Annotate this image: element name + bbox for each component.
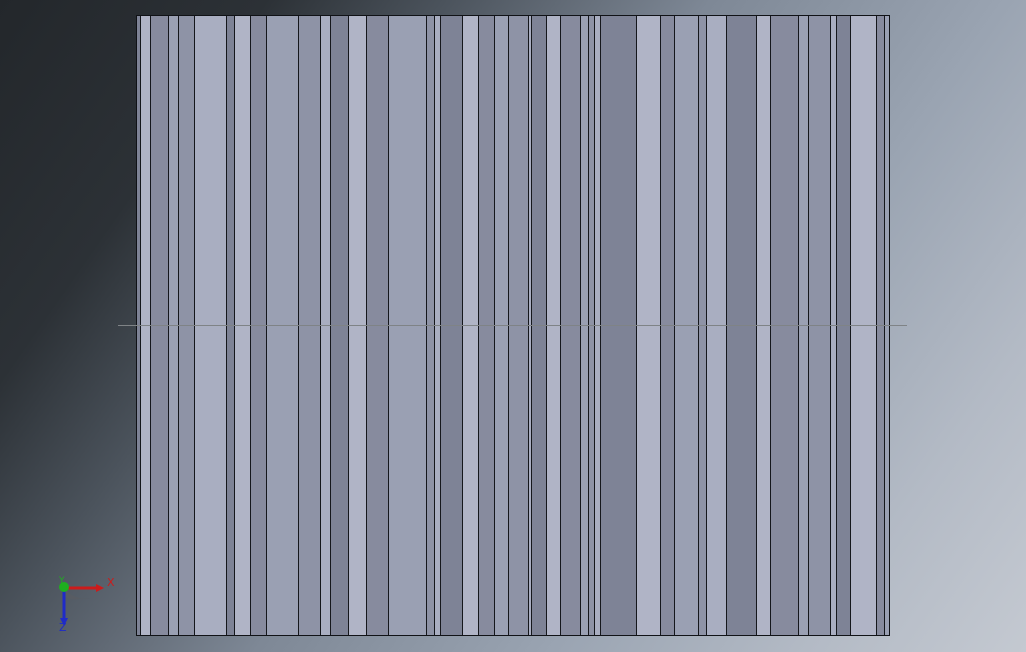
view-orientation-triad[interactable]: X Y Z: [52, 572, 122, 636]
triad-y-label: Y: [59, 576, 65, 586]
centerline-axis: [118, 325, 907, 326]
graphics-viewport[interactable]: X Y Z: [0, 0, 1026, 652]
triad-z-label: Z: [59, 621, 67, 634]
triad-x-label: X: [107, 576, 115, 589]
